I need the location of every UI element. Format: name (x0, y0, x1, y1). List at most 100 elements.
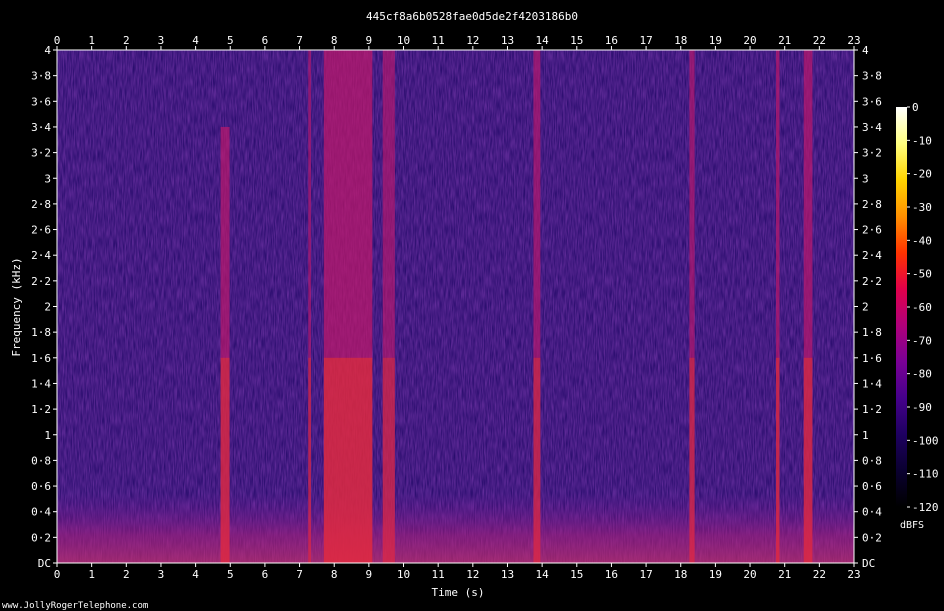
y-tick-left-label: 2·2 (31, 275, 51, 288)
x-tick-bottom-label: 11 (432, 568, 445, 581)
x-tick-bottom-label: 13 (501, 568, 514, 581)
colorbar-tick-label: -90 (912, 401, 932, 414)
y-tick-right-label: 3·6 (862, 95, 882, 108)
x-tick-bottom-label: 18 (674, 568, 687, 581)
y-tick-left-label: 3·4 (31, 121, 51, 134)
colorbar-tick-label: -50 (912, 268, 932, 281)
x-tick-top-label: 16 (605, 34, 618, 47)
colorbar-ticks: 0 -10 -20 -30 -40 -50 -60 -70 -80 -90 -100 -110 -120 (907, 101, 939, 514)
y-axis-label: Frequency (kHz) (10, 257, 23, 356)
spectral-event-core-3 (323, 357, 373, 563)
y-tick-left-label: DC (38, 557, 51, 570)
low-frequency-band (57, 492, 854, 563)
x-tick-bottom-label: 3 (158, 568, 165, 581)
x-axis-bottom: 0 1 2 3 4 5 6 7 8 9 10 11 12 13 14 15 16 17 18 19 20 21 22 23 (54, 563, 861, 581)
y-tick-right-label: 4 (862, 44, 869, 57)
y-tick-right-label: 0·4 (862, 506, 882, 519)
x-tick-top-label: 19 (709, 34, 722, 47)
x-tick-top-label: 0 (54, 34, 61, 47)
y-tick-left-label: 1·4 (31, 377, 51, 390)
spectral-event-core-7 (776, 357, 780, 563)
colorbar-tick-label: -20 (912, 168, 932, 181)
y-tick-left-label: 2·8 (31, 198, 51, 211)
y-tick-right-label: 3·4 (862, 121, 882, 134)
y-tick-right-label: 1 (862, 429, 869, 442)
colorbar-tick-label: -80 (912, 368, 932, 381)
y-tick-left-label: 3·8 (31, 70, 51, 83)
x-tick-bottom-label: 21 (778, 568, 791, 581)
x-tick-top-label: 4 (192, 34, 199, 47)
spectral-event-core-4 (382, 357, 395, 563)
y-tick-left-label: 0·4 (31, 506, 51, 519)
y-tick-left-label: 1 (44, 429, 51, 442)
y-tick-right-label: 1·2 (862, 403, 882, 416)
x-tick-bottom-label: 6 (262, 568, 269, 581)
y-axis-left: DC 0·2 0·4 0·6 0·8 1 1·2 1·4 1·6 1·8 2 2·2 2·4 2·6 2·8… (31, 44, 57, 570)
x-tick-top-label: 23 (847, 34, 860, 47)
x-tick-bottom-label: 17 (639, 568, 652, 581)
x-tick-top-label: 1 (88, 34, 95, 47)
spectral-event-core-2 (308, 357, 312, 563)
y-tick-left-label: 2 (44, 301, 51, 314)
x-tick-top-label: 6 (262, 34, 269, 47)
x-tick-bottom-label: 0 (54, 568, 61, 581)
x-tick-top-label: 2 (123, 34, 130, 47)
x-tick-bottom-label: 12 (466, 568, 479, 581)
y-tick-right-label: 3·2 (862, 147, 882, 160)
y-tick-left-label: 2·6 (31, 224, 51, 237)
chart-title: 445cf8a6b0528fae0d5de2f4203186b0 (366, 10, 578, 23)
x-tick-bottom-label: 8 (331, 568, 338, 581)
colorbar-tick-label: -120 (912, 501, 939, 514)
x-tick-bottom-label: 7 (296, 568, 303, 581)
y-tick-right-label: 1·8 (862, 326, 882, 339)
plot-area (56, 49, 855, 564)
x-tick-top-label: 5 (227, 34, 234, 47)
y-tick-left-label: 1·8 (31, 326, 51, 339)
x-tick-top-label: 17 (639, 34, 652, 47)
x-tick-bottom-label: 9 (366, 568, 373, 581)
x-tick-top-label: 21 (778, 34, 791, 47)
colorbar-tick-label: -110 (912, 468, 939, 481)
y-tick-right-label: 0·6 (862, 480, 882, 493)
x-tick-top-label: 15 (570, 34, 583, 47)
y-tick-left-label: 1·2 (31, 403, 51, 416)
x-tick-top-label: 13 (501, 34, 514, 47)
x-tick-top-label: 20 (743, 34, 756, 47)
x-tick-bottom-label: 5 (227, 568, 234, 581)
y-tick-right-label: 1·4 (862, 377, 882, 390)
plot-noise-texture (57, 50, 854, 563)
x-tick-bottom-label: 22 (813, 568, 826, 581)
x-tick-top-label: 18 (674, 34, 687, 47)
footer-credit: www.JollyRogerTelephone.com (2, 601, 148, 611)
colorbar-tick-label: -70 (912, 334, 932, 347)
y-tick-left-label: 3·2 (31, 147, 51, 160)
x-tick-bottom-label: 2 (123, 568, 130, 581)
spectral-event-core-5 (533, 357, 541, 563)
y-tick-right-label: 0·2 (862, 531, 882, 544)
y-tick-left-label: 0·6 (31, 480, 51, 493)
x-tick-top-label: 11 (432, 34, 445, 47)
x-tick-top-label: 3 (158, 34, 165, 47)
y-axis-right: DC 0·2 0·4 0·6 0·8 1 1·2 1·4 1·6 1·8 2 2·2 2·4 2·6 2·8… (854, 44, 882, 570)
y-tick-left-label: 0·8 (31, 454, 51, 467)
colorbar-scale (896, 107, 907, 507)
spectral-event-core-1 (220, 357, 230, 563)
x-tick-bottom-label: 20 (743, 568, 756, 581)
x-axis-top: 0 1 2 3 4 5 6 7 8 9 10 11 12 13 14 15 16 17 18 19 20 21 22 23 (54, 34, 861, 50)
y-tick-right-label: 3·8 (862, 70, 882, 83)
x-tick-bottom-label: 4 (192, 568, 199, 581)
x-tick-top-label: 10 (397, 34, 410, 47)
y-tick-right-label: DC (862, 557, 875, 570)
y-tick-right-label: 2·8 (862, 198, 882, 211)
y-tick-left-label: 2·4 (31, 249, 51, 262)
colorbar-unit-label: dBFS (900, 520, 924, 531)
spectrogram-chart: 445cf8a6b0528fae0d5de2f4203186b0 0123456… (2, 10, 939, 611)
x-tick-top-label: 12 (466, 34, 479, 47)
x-tick-bottom-label: 10 (397, 568, 410, 581)
x-tick-bottom-label: 1 (88, 568, 95, 581)
x-tick-bottom-label: 14 (536, 568, 550, 581)
x-tick-bottom-label: 23 (847, 568, 860, 581)
x-tick-top-label: 9 (366, 34, 373, 47)
y-tick-right-label: 2·4 (862, 249, 882, 262)
x-axis-label: Time (s) (432, 586, 485, 599)
